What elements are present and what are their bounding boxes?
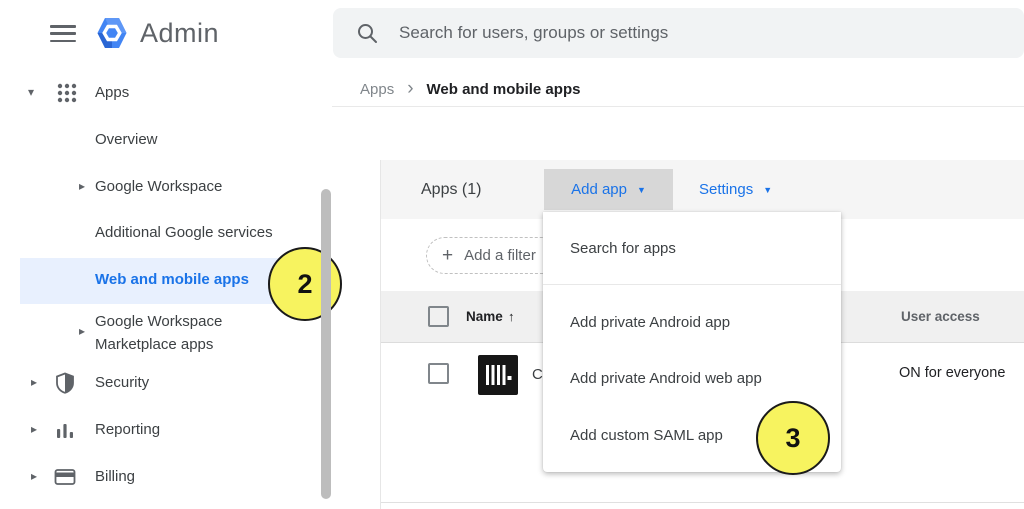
menu-item-search-for-apps[interactable]: Search for apps (570, 236, 676, 262)
sidebar-item-additional-google-services[interactable]: Additional Google services (95, 223, 273, 243)
plus-icon: + (442, 245, 453, 267)
row-checkbox[interactable] (428, 363, 449, 384)
apps-grid-icon (56, 82, 78, 109)
sidebar-item-google-workspace[interactable]: Google Workspace (95, 177, 222, 197)
sidebar-scrollbar[interactable] (321, 189, 331, 499)
apps-count-title: Apps (1) (421, 160, 481, 219)
chevron-down-icon[interactable]: ▾ (28, 86, 34, 98)
admin-logo-icon[interactable] (92, 13, 132, 58)
menu-item-add-private-android-app[interactable]: Add private Android app (570, 310, 730, 336)
chevron-right-icon[interactable]: ▸ (79, 325, 85, 337)
breadcrumb-parent-link[interactable]: Apps (360, 81, 394, 98)
sidebar-item-security[interactable]: Security (95, 373, 149, 393)
sidebar-item-overview[interactable]: Overview (95, 130, 158, 150)
sidebar-item-billing[interactable]: Billing (95, 467, 135, 487)
chevron-down-icon: ▼ (763, 185, 772, 195)
breadcrumb: Apps › Web and mobile apps (360, 79, 580, 99)
divider (332, 106, 1024, 107)
chevron-right-icon[interactable]: ▸ (31, 423, 37, 435)
select-all-checkbox[interactable] (428, 306, 449, 327)
search-input[interactable]: Search for users, groups or settings (333, 8, 1024, 58)
security-shield-icon (54, 372, 76, 399)
user-access-column-header: User access (901, 291, 980, 343)
search-icon (356, 22, 379, 45)
settings-button[interactable]: Settings ▼ (699, 169, 772, 210)
search-placeholder: Search for users, groups or settings (399, 23, 668, 43)
sort-ascending-icon[interactable]: ↑ (508, 291, 515, 343)
sidebar-item-web-and-mobile-apps[interactable]: Web and mobile apps (95, 271, 249, 288)
sidebar-item-reporting[interactable]: Reporting (95, 420, 160, 440)
hamburger-bar (50, 25, 76, 28)
name-column-header[interactable]: Name (466, 291, 503, 343)
divider (543, 284, 841, 285)
menu-item-add-custom-saml-app[interactable]: Add custom SAML app (570, 423, 723, 449)
admin-console: Admin Search for users, groups or settin… (0, 0, 1024, 509)
app-logo-icon (478, 355, 518, 400)
sidebar-item-marketplace-apps[interactable]: Google Workspace Marketplace apps (95, 310, 275, 356)
hamburger-menu-icon[interactable] (50, 25, 76, 42)
hamburger-bar (50, 32, 76, 35)
chevron-down-icon: ▼ (637, 185, 646, 195)
brand-title: Admin (140, 18, 219, 49)
sidebar-item-apps[interactable]: Apps (95, 83, 129, 103)
billing-card-icon (54, 467, 76, 492)
chevron-right-icon[interactable]: ▸ (79, 180, 85, 192)
add-filter-label: Add a filter (464, 247, 536, 264)
add-app-label: Add app (571, 181, 627, 198)
settings-label: Settings (699, 181, 753, 198)
apps-toolbar: Apps (1) Add app ▼ Settings ▼ (381, 160, 1024, 219)
menu-item-add-private-android-web-app[interactable]: Add private Android web app (570, 366, 762, 392)
hamburger-bar (50, 40, 76, 43)
user-access-cell: ON for everyone (899, 365, 1005, 381)
breadcrumb-chevron-icon: › (407, 81, 413, 97)
add-app-button[interactable]: Add app ▼ (544, 169, 673, 210)
chevron-right-icon[interactable]: ▸ (31, 470, 37, 482)
app-name-cell: C (532, 366, 543, 383)
breadcrumb-current: Web and mobile apps (427, 81, 581, 98)
annotation-step-3: 3 (756, 401, 830, 475)
chevron-right-icon[interactable]: ▸ (31, 376, 37, 388)
reporting-chart-icon (56, 421, 74, 444)
